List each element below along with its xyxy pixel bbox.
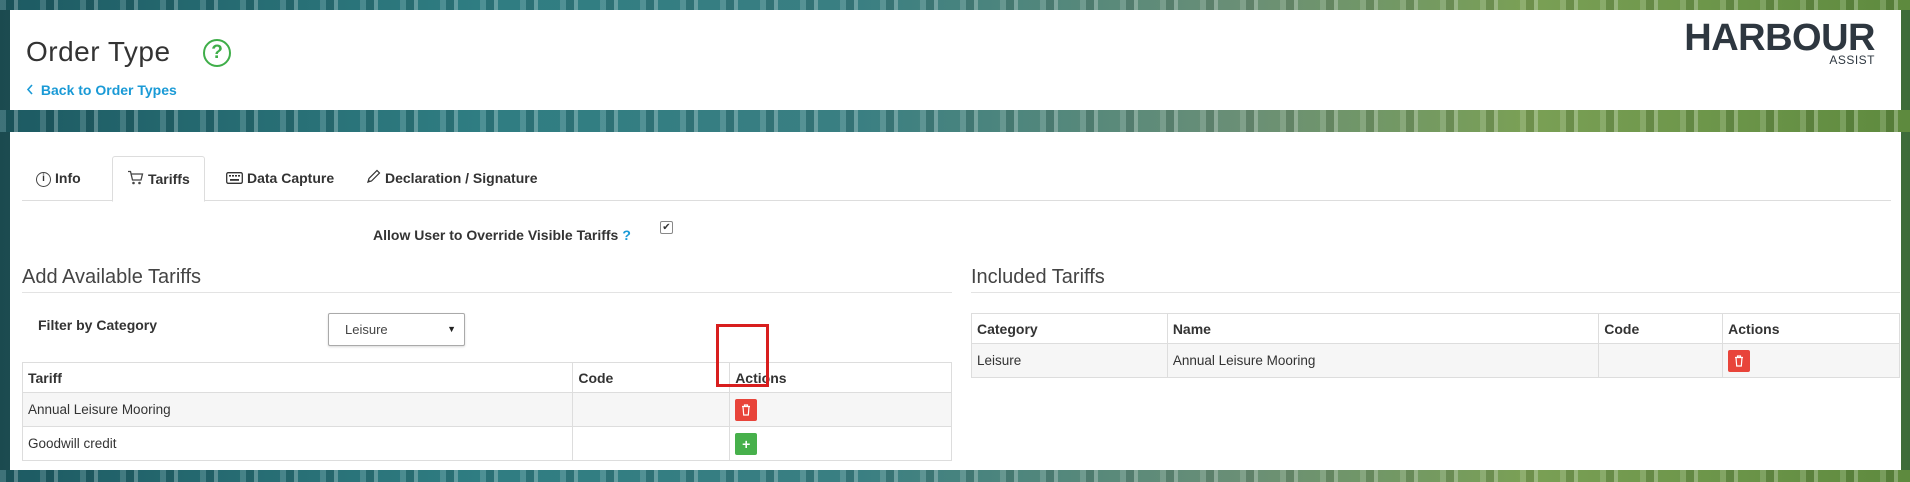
tab-label: Data Capture <box>247 170 335 186</box>
tab-label: Tariffs <box>148 171 190 187</box>
available-tariffs-table: Tariff Code Actions Annual Leisure Moori… <box>21 362 952 461</box>
column-header: Name <box>1166 313 1600 344</box>
code-cell <box>1598 343 1724 378</box>
add-available-tariffs-title: Add Available Tariffs <box>22 266 202 288</box>
back-link-label: Back to Order Types <box>40 82 177 98</box>
included-tariffs-title: Included Tariffs <box>971 266 1105 288</box>
tariff-actions-cell: + <box>729 426 952 461</box>
dropdown-arrow-icon: ▼ <box>447 324 456 334</box>
help-icon[interactable]: ? <box>622 227 631 243</box>
override-label-text: Allow User to Override Visible Tariffs <box>373 227 619 243</box>
background-image <box>0 110 1910 132</box>
cart-icon <box>127 158 144 202</box>
tab-label: Declaration / Signature <box>385 170 538 186</box>
section-divider <box>971 292 1900 293</box>
plus-icon: + <box>742 435 751 452</box>
table-row: Annual Leisure Mooring <box>21 392 952 427</box>
tariff-actions-cell <box>729 392 952 427</box>
column-header: Actions <box>1722 313 1900 344</box>
help-icon[interactable]: ? <box>203 39 231 67</box>
override-visible-tariffs-label: Allow User to Override Visible Tariffs? <box>373 227 631 243</box>
table-header-row: Tariff Code Actions <box>21 362 952 393</box>
column-header: Category <box>971 313 1168 344</box>
harbour-assist-logo: HARBOUR ASSIST <box>1684 16 1875 66</box>
column-header: Code <box>1598 313 1724 344</box>
column-header: Actions <box>729 362 952 393</box>
override-visible-tariffs-checkbox[interactable]: ✔ <box>660 221 673 234</box>
chevron-left-icon <box>26 82 38 98</box>
tab-info[interactable]: i Info <box>22 156 95 202</box>
background-image <box>0 0 1910 10</box>
pen-icon <box>366 157 381 201</box>
tab-label: Info <box>55 170 81 186</box>
column-header: Tariff <box>21 362 574 393</box>
info-icon: i <box>36 171 51 187</box>
included-tariffs-table: Category Name Code Actions Leisure Annua… <box>971 313 1900 378</box>
table-row: Leisure Annual Leisure Mooring <box>971 343 1900 378</box>
tariff-code-cell <box>572 426 731 461</box>
keyboard-icon <box>226 157 243 201</box>
section-divider <box>22 292 952 293</box>
column-header: Code <box>572 362 731 393</box>
delete-included-tariff-button[interactable] <box>1728 349 1751 372</box>
category-filter-value: Leisure <box>345 322 388 337</box>
category-cell: Leisure <box>971 343 1168 378</box>
page-title: Order Type <box>26 36 171 67</box>
category-filter-select[interactable]: Leisure ▼ <box>328 313 465 346</box>
tab-data-capture[interactable]: Data Capture <box>212 156 348 202</box>
table-row: Goodwill credit + <box>21 426 952 461</box>
add-tariff-button[interactable]: + <box>735 432 758 455</box>
main-panel: i Info Tariffs Data Capture Declaration /… <box>10 132 1901 470</box>
header-panel: Order Type ? Back to Order Types HARBOUR… <box>10 10 1901 110</box>
tab-declaration-signature[interactable]: Declaration / Signature <box>352 156 551 202</box>
name-cell: Annual Leisure Mooring <box>1166 343 1600 378</box>
tab-tariffs[interactable]: Tariffs <box>112 156 205 202</box>
tab-bar: i Info Tariffs Data Capture Declaration /… <box>22 156 1891 202</box>
tariff-name-cell: Annual Leisure Mooring <box>21 392 574 427</box>
table-header-row: Category Name Code Actions <box>971 313 1900 344</box>
background-image <box>0 470 1910 482</box>
actions-cell <box>1722 343 1900 378</box>
tariff-code-cell <box>572 392 731 427</box>
back-to-order-types-link[interactable]: Back to Order Types <box>26 82 177 98</box>
delete-tariff-button[interactable] <box>735 398 758 421</box>
filter-by-category-label: Filter by Category <box>38 317 158 333</box>
tariff-name-cell: Goodwill credit <box>21 426 574 461</box>
trash-icon <box>742 404 751 416</box>
trash-icon <box>1735 355 1744 367</box>
